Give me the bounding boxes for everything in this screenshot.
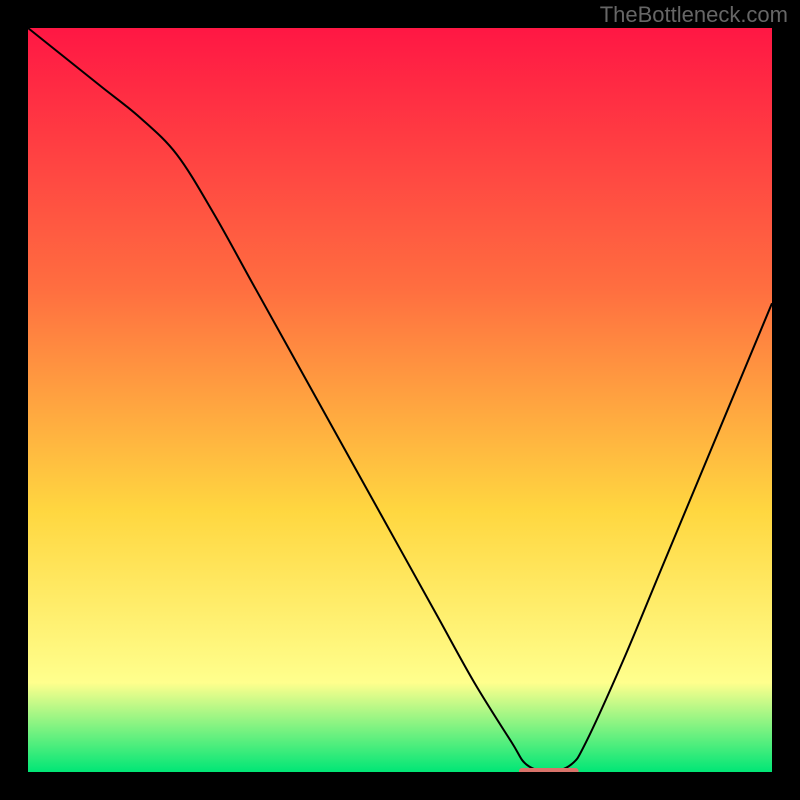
watermark-text: TheBottleneck.com xyxy=(600,2,788,28)
chart-container: TheBottleneck.com xyxy=(0,0,800,800)
bottleneck-chart xyxy=(0,0,800,800)
plot-background xyxy=(28,28,772,772)
